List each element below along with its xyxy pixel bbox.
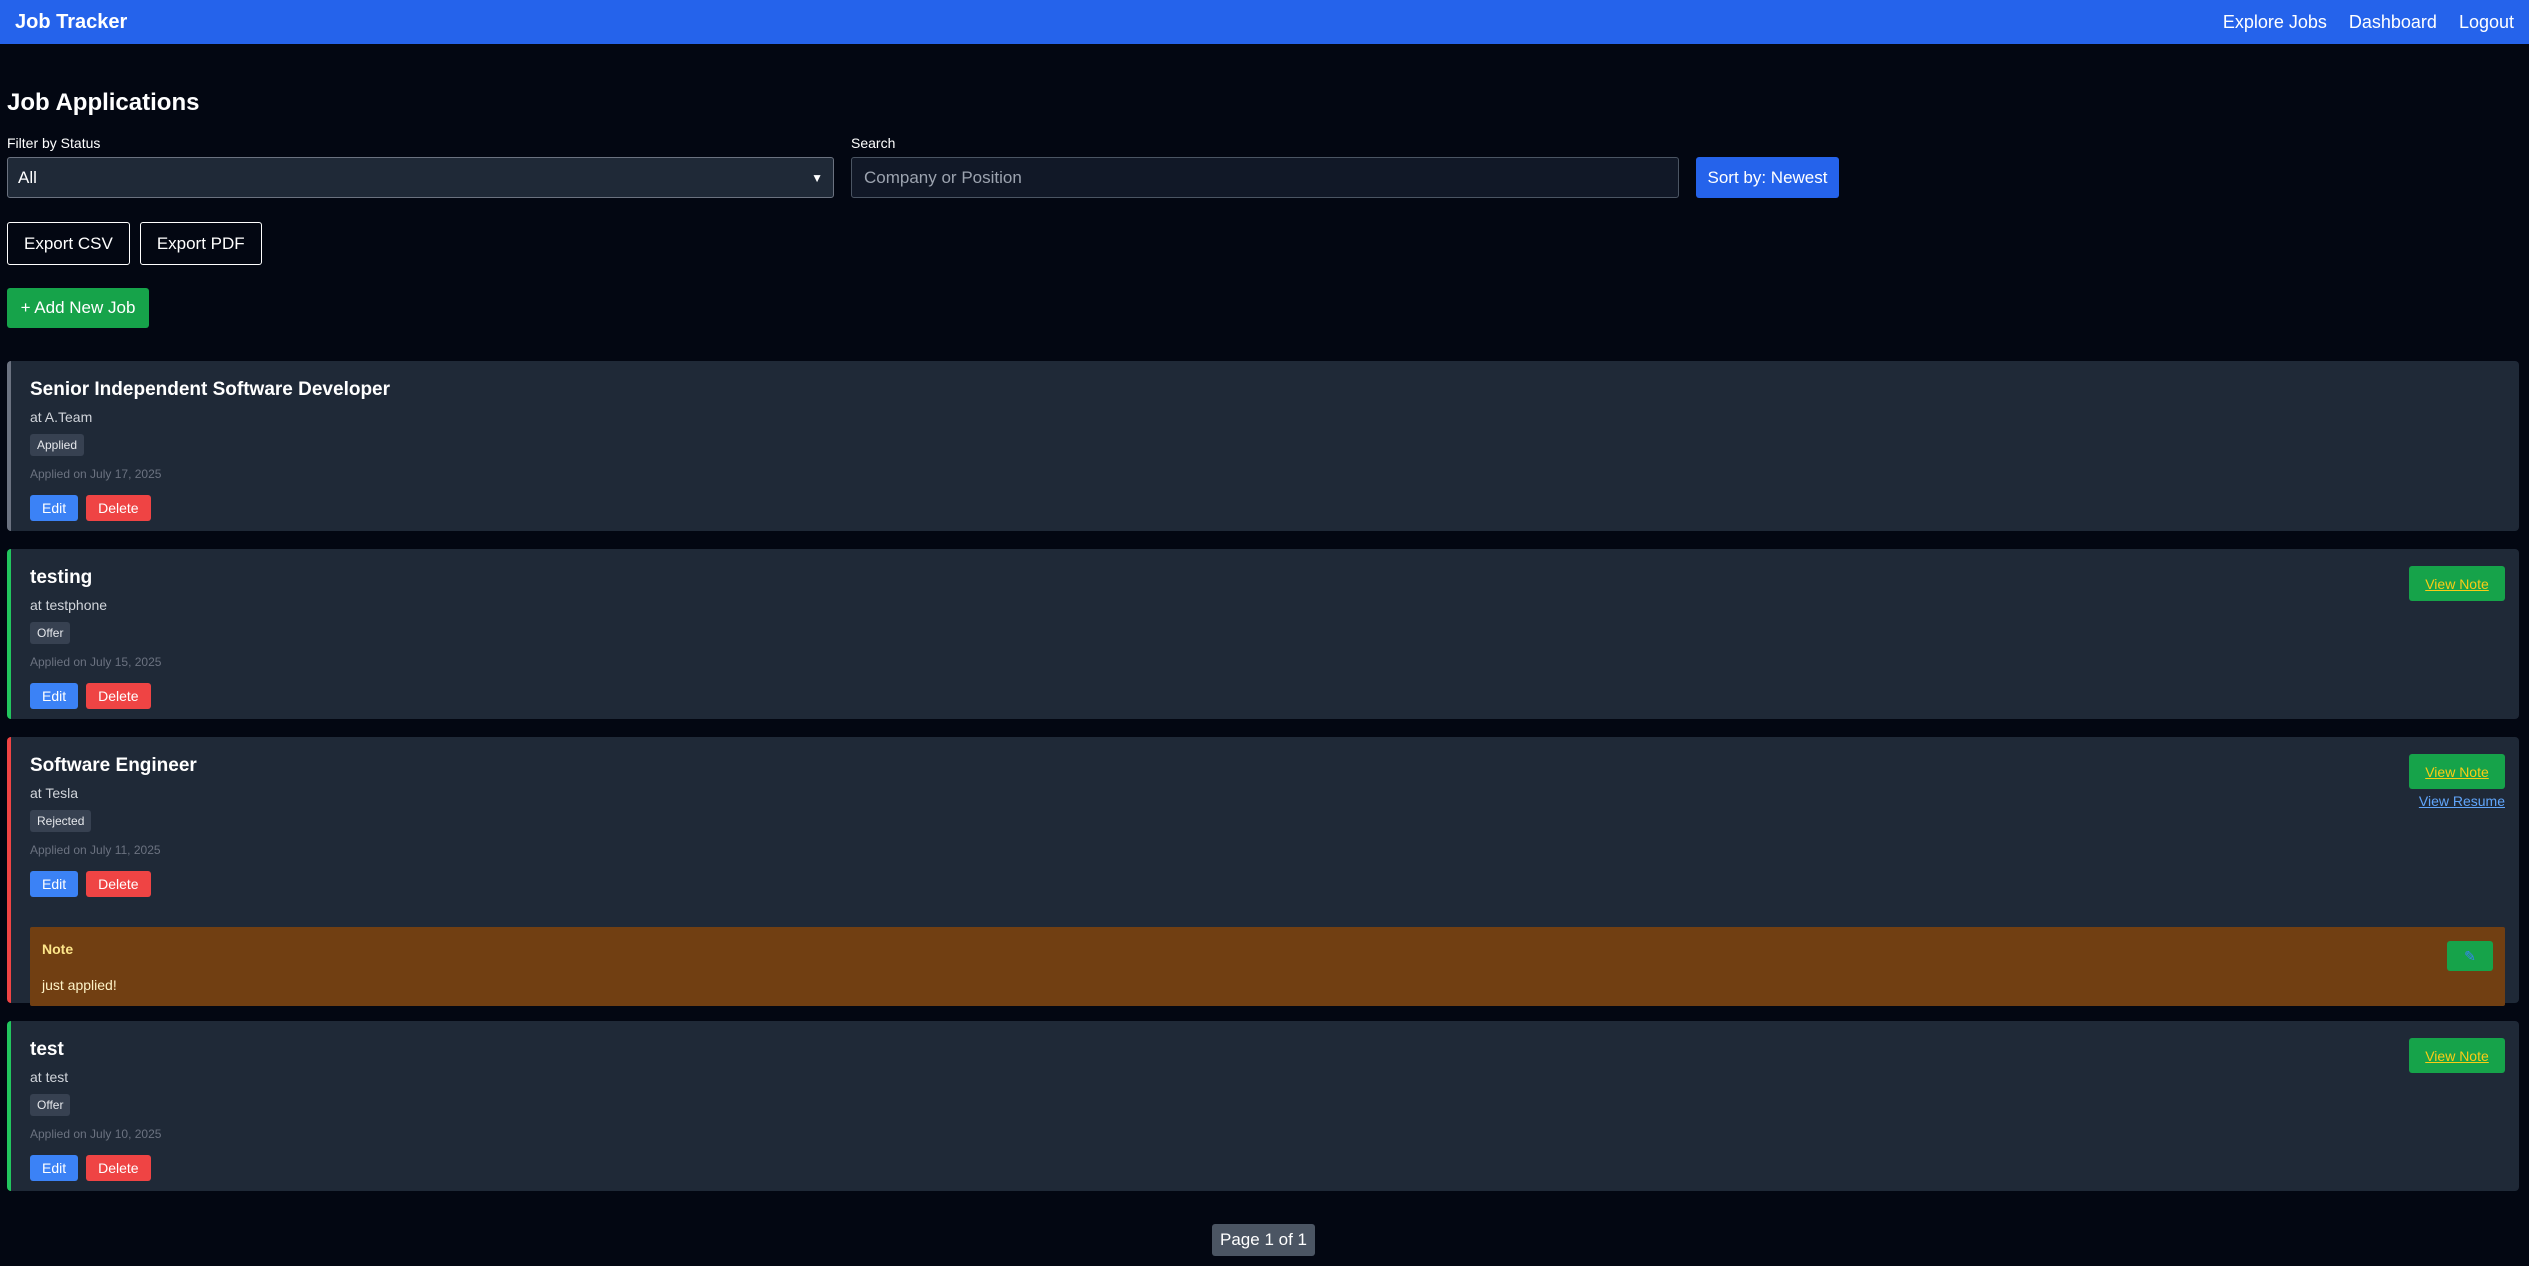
view-note-button[interactable]: View Note (2409, 566, 2505, 601)
note-box: Note just applied! ✎ (30, 927, 2505, 1006)
status-badge: Offer (30, 622, 71, 644)
filter-controls: Filter by Status All ▼ Search Sort by: N… (7, 135, 2522, 198)
export-pdf-button[interactable]: Export PDF (139, 222, 262, 265)
note-edit-button[interactable]: ✎ (2447, 941, 2493, 971)
page-title: Job Applications (7, 89, 200, 116)
delete-button[interactable]: Delete (86, 1155, 151, 1181)
job-title: Software Engineer (30, 755, 197, 776)
job-title: Senior Independent Software Developer (30, 379, 391, 400)
delete-button[interactable]: Delete (86, 495, 151, 521)
search-label: Search (851, 135, 896, 151)
view-resume-link[interactable]: View Resume (2419, 793, 2505, 809)
job-company: at A.Team (30, 409, 93, 425)
applied-date: Applied on July 17, 2025 (30, 467, 162, 481)
job-title: test (30, 1039, 64, 1060)
nav-link-explore-jobs[interactable]: Explore Jobs (2223, 12, 2327, 33)
navbar: Job Tracker Explore Jobs Dashboard Logou… (0, 0, 2529, 44)
status-filter-value: All (18, 167, 37, 187)
pencil-icon: ✎ (2464, 947, 2476, 964)
job-company: at test (30, 1069, 69, 1085)
edit-button[interactable]: Edit (30, 683, 79, 709)
status-badge: Rejected (30, 810, 92, 832)
edit-button[interactable]: Edit (30, 495, 79, 521)
view-note-button[interactable]: View Note (2409, 754, 2505, 789)
edit-button[interactable]: Edit (30, 1155, 79, 1181)
job-company: at testphone (30, 597, 108, 613)
search-input[interactable] (851, 157, 1679, 198)
applied-date: Applied on July 15, 2025 (30, 655, 162, 669)
job-actions: Edit Delete (30, 871, 2519, 897)
job-actions: Edit Delete (30, 683, 2519, 709)
nav-links: Explore Jobs Dashboard Logout (2223, 12, 2514, 33)
note-title: Note (42, 941, 74, 957)
delete-button[interactable]: Delete (86, 871, 151, 897)
status-filter-field: Filter by Status All ▼ (7, 135, 834, 198)
export-csv-button[interactable]: Export CSV (7, 222, 130, 265)
job-actions: Edit Delete (30, 1155, 2519, 1181)
main-content: Job Applications Filter by Status All ▼ … (0, 89, 2529, 328)
status-filter-label: Filter by Status (7, 135, 101, 151)
add-new-job-button[interactable]: + Add New Job (7, 288, 149, 328)
status-filter-select[interactable]: All ▼ (7, 157, 834, 198)
job-card: testing at testphone Offer Applied on Ju… (7, 549, 2519, 719)
edit-button[interactable]: Edit (30, 871, 79, 897)
job-card: Software Engineer at Tesla Rejected Appl… (7, 737, 2519, 1006)
job-card: Senior Independent Software Developer at… (7, 361, 2519, 531)
job-title: testing (30, 567, 93, 588)
sort-button[interactable]: Sort by: Newest (1696, 157, 1839, 198)
status-badge: Offer (30, 1094, 71, 1116)
job-actions: Edit Delete (30, 495, 2519, 521)
search-field: Search (851, 135, 1679, 198)
applied-date: Applied on July 11, 2025 (30, 843, 161, 857)
job-company: at Tesla (30, 785, 78, 801)
brand-title[interactable]: Job Tracker (15, 11, 127, 34)
status-badge: Applied (30, 434, 85, 456)
note-text: just applied! (42, 977, 117, 993)
chevron-down-icon: ▼ (811, 170, 823, 185)
nav-link-dashboard[interactable]: Dashboard (2349, 12, 2437, 33)
delete-button[interactable]: Delete (86, 683, 151, 709)
export-row: Export CSV Export PDF (7, 222, 2522, 265)
pagination-indicator: Page 1 of 1 (1212, 1224, 1315, 1256)
job-card: test at test Offer Applied on July 10, 2… (7, 1021, 2519, 1191)
applied-date: Applied on July 10, 2025 (30, 1127, 162, 1141)
nav-link-logout[interactable]: Logout (2459, 12, 2514, 33)
view-note-button[interactable]: View Note (2409, 1038, 2505, 1073)
